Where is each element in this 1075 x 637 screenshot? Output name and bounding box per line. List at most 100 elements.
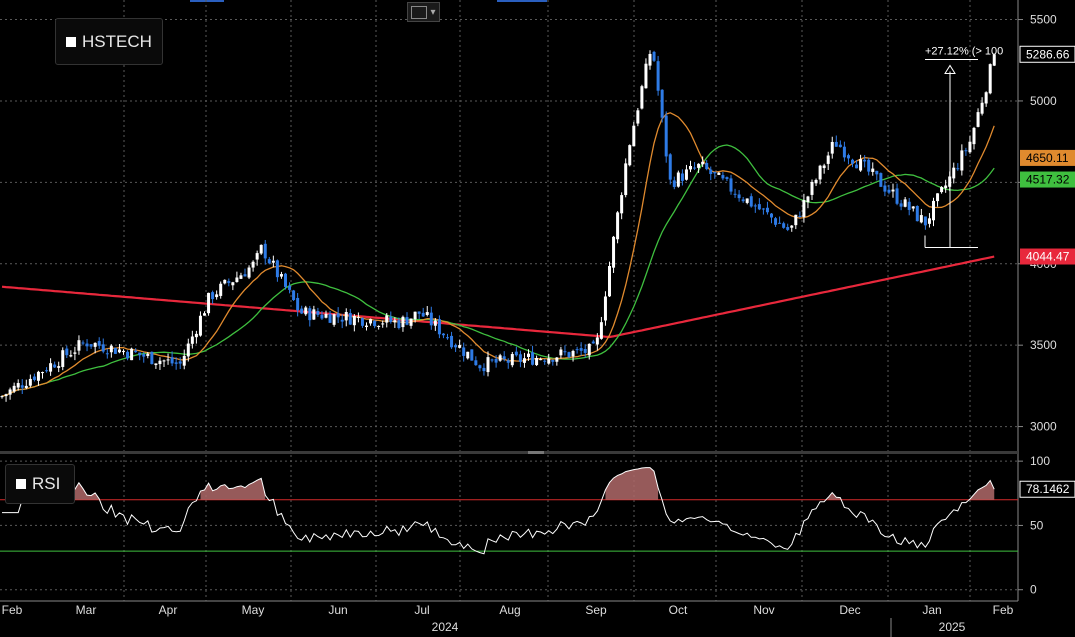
candle — [198, 311, 202, 337]
rsi-y-tick-label: 50 — [1030, 518, 1044, 532]
candle — [466, 351, 470, 360]
candle-body — [393, 320, 397, 323]
candle — [429, 306, 433, 330]
candle — [450, 331, 454, 349]
candle — [531, 345, 535, 366]
candle — [923, 216, 927, 230]
candle — [20, 379, 24, 395]
ma-red-line — [1, 255, 995, 339]
candle-body — [648, 53, 652, 66]
candle — [964, 147, 968, 156]
candle-body — [462, 347, 466, 356]
candle-body — [284, 273, 287, 287]
candle-body — [879, 173, 883, 187]
pane-divider[interactable] — [0, 451, 1018, 454]
candle — [968, 135, 972, 154]
candle — [972, 126, 976, 150]
candle — [770, 212, 773, 224]
year-label: 2025 — [939, 620, 966, 634]
candle — [166, 353, 170, 365]
candle-body — [498, 355, 502, 361]
candle — [49, 358, 53, 376]
candle — [369, 318, 373, 326]
candle-body — [871, 168, 875, 172]
candle — [486, 351, 490, 377]
candle — [490, 358, 494, 363]
candle — [69, 350, 73, 358]
candle-body — [737, 194, 741, 199]
candle-body — [369, 319, 373, 324]
candle-body — [964, 150, 968, 152]
price-legend[interactable]: HSTECH — [55, 18, 163, 65]
candle — [292, 289, 296, 301]
candle — [207, 292, 211, 316]
candle — [960, 144, 964, 176]
candle — [543, 358, 547, 365]
candle — [555, 357, 559, 366]
candle-body — [142, 354, 146, 357]
chart-style-button[interactable]: ▾ — [407, 2, 440, 22]
candle-body — [186, 343, 190, 357]
candle — [61, 347, 65, 371]
candle-body — [352, 316, 356, 326]
candle-body — [875, 170, 879, 175]
chart-canvas[interactable]: 300035004000450050005500050100FebMarAprM… — [0, 0, 1075, 637]
candle-body — [786, 227, 790, 230]
pane-divider-grip[interactable] — [528, 451, 544, 454]
candle — [911, 206, 915, 212]
candle — [332, 313, 336, 327]
candle-body — [61, 350, 65, 367]
candle-body — [531, 352, 535, 365]
candle-body — [842, 146, 846, 158]
candle-body — [652, 51, 656, 61]
candle-body — [45, 370, 49, 372]
candle-body — [936, 193, 940, 202]
candle-body — [733, 193, 737, 195]
candle — [753, 203, 757, 213]
candle-body — [150, 351, 154, 365]
candle — [130, 347, 134, 361]
candle — [498, 353, 502, 362]
candle-body — [178, 361, 182, 364]
candle — [867, 158, 871, 176]
candle-body — [89, 344, 93, 347]
price-legend-label: HSTECH — [82, 31, 152, 51]
candle — [705, 160, 709, 171]
candle — [761, 208, 765, 215]
candle — [745, 198, 749, 205]
candle-body — [381, 323, 385, 325]
candle-body — [57, 366, 61, 368]
candle — [377, 325, 381, 330]
candle-body — [251, 261, 255, 268]
candle-body — [377, 325, 381, 327]
rsi-legend[interactable]: RSI — [5, 464, 75, 504]
candle-body — [883, 185, 887, 192]
candle-body — [802, 200, 806, 217]
candle — [417, 311, 421, 319]
candle-body — [478, 365, 482, 369]
candle — [676, 170, 680, 188]
candle-body — [855, 164, 859, 169]
candle-body — [757, 204, 761, 210]
candle-body — [316, 311, 320, 315]
candle-body — [20, 385, 24, 388]
candle — [300, 305, 304, 315]
candle-body — [243, 274, 247, 277]
candle-body — [446, 337, 449, 339]
candle — [875, 170, 879, 181]
candle — [462, 342, 466, 362]
candle — [312, 305, 316, 320]
y-tick-label: 3500 — [1030, 338, 1057, 352]
candle-body — [502, 356, 506, 360]
candle — [656, 55, 660, 96]
candle-body — [915, 205, 919, 222]
candle — [150, 351, 154, 365]
candle — [389, 311, 393, 324]
candle — [579, 342, 583, 356]
candle-body — [389, 316, 393, 322]
candle-body — [976, 112, 980, 127]
candle — [733, 188, 737, 198]
candle — [243, 268, 247, 277]
legend-square-icon — [66, 36, 76, 47]
candle-body — [814, 179, 818, 184]
